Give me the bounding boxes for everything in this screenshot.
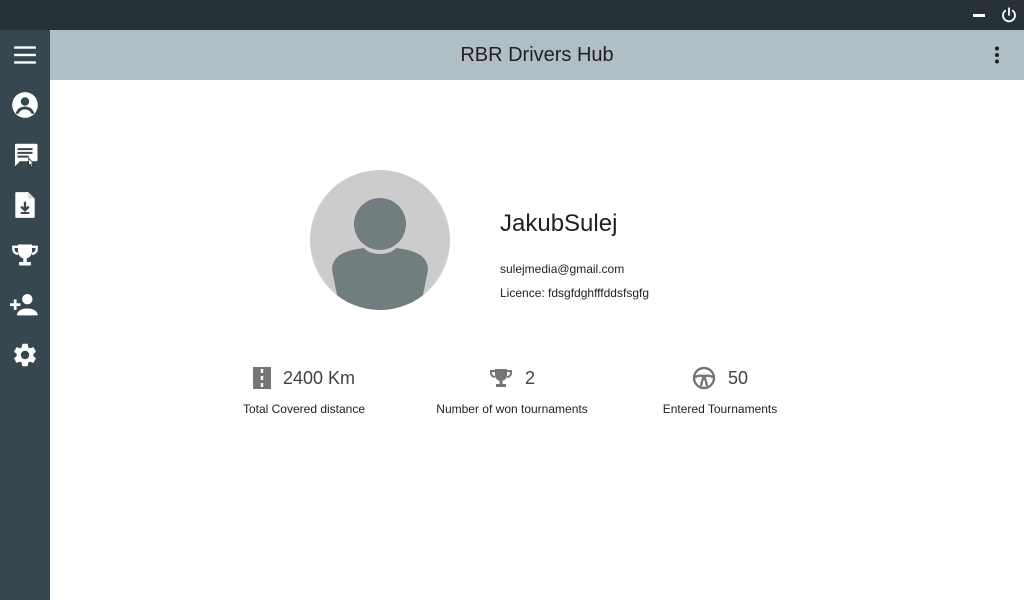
avatar [310,170,450,310]
sidebar-item-add-user[interactable] [0,280,50,330]
account-plus-icon [10,294,38,316]
stat-entered-tournaments-value: 50 [727,367,749,388]
account-circle-icon [12,92,38,118]
window-titlebar [0,0,1024,30]
stat-distance: 2400 Km Total Covered distance [194,362,414,422]
profile-licence: Licence: fdsgfdghfffddsfsgfg [500,286,649,300]
trophy-icon [12,244,38,266]
dots-vertical-icon [995,46,999,64]
sidebar-item-profile[interactable] [0,80,50,130]
sidebar-item-messages[interactable] [0,130,50,180]
user-silhouette-icon [332,198,428,310]
file-download-icon [15,192,35,218]
stat-won-tournaments-label: Number of won tournaments [436,402,588,416]
stat-won-tournaments-value: 2 [524,367,535,388]
more-options-button[interactable] [982,30,1012,80]
minimize-icon [973,14,985,17]
trophy-icon [489,369,512,387]
profile-username: JakubSulej [500,210,618,237]
app-bar: RBR Drivers Hub [50,30,1024,80]
power-icon [1002,7,1016,23]
power-button[interactable] [994,0,1024,30]
road-icon [252,367,271,389]
stat-entered-tournaments-label: Entered Tournaments [662,402,778,416]
profile-page: JakubSulej sulejmedia@gmail.com Licence:… [50,80,1024,600]
sidebar-item-tournaments[interactable] [0,230,50,280]
sidebar-item-settings[interactable] [0,330,50,380]
stat-distance-label: Total Covered distance [242,402,366,416]
gear-icon [14,343,36,367]
profile-email: sulejmedia@gmail.com [500,262,625,276]
app-title: RBR Drivers Hub [460,44,614,66]
stat-won-tournaments: 2 Number of won tournaments [402,362,622,422]
sidebar-item-downloads[interactable] [0,180,50,230]
stat-entered-tournaments: 50 Entered Tournaments [610,362,830,422]
steering-wheel-icon [692,366,716,390]
hamburger-menu-icon [14,46,36,64]
sidebar [0,30,50,600]
stat-distance-value: 2400 Km [282,367,356,388]
message-text-icon [13,143,38,169]
minimize-button[interactable] [964,0,994,30]
hamburger-menu-button[interactable] [0,30,50,80]
